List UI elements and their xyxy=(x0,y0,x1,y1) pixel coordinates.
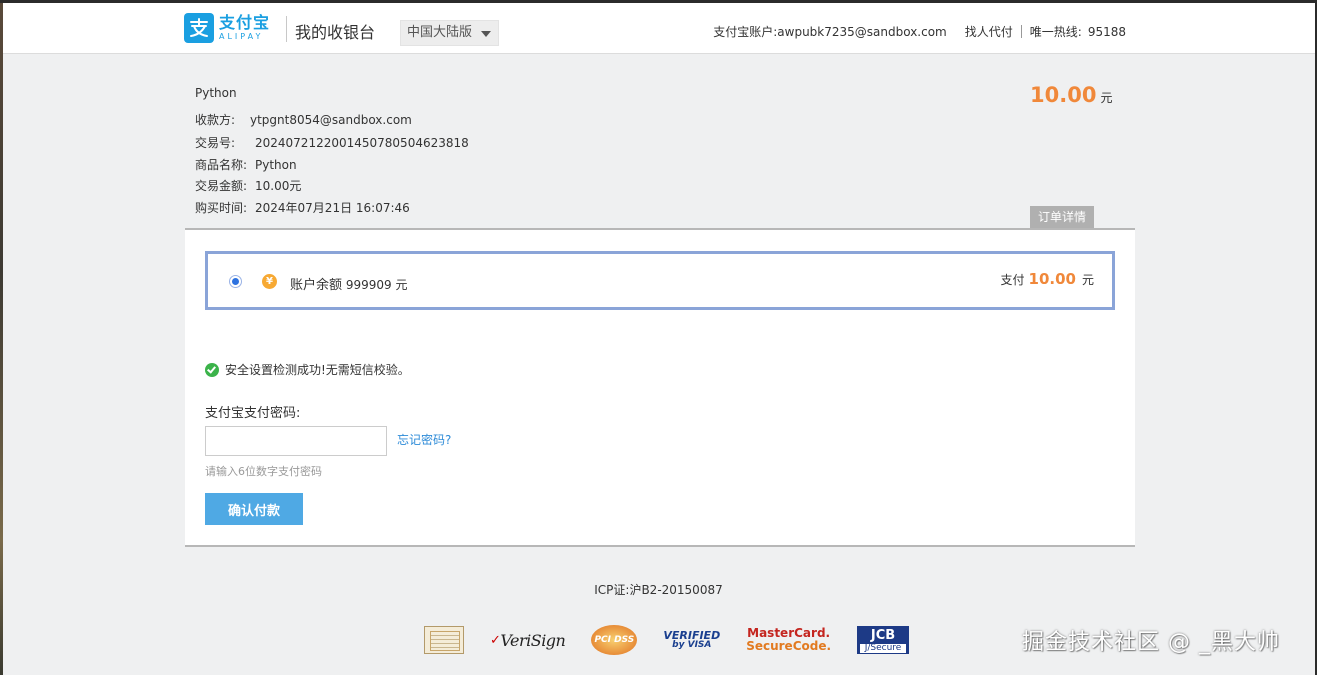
confirm-payment-button[interactable]: 确认付款 xyxy=(205,493,303,525)
chevron-down-icon xyxy=(481,31,491,37)
product-row: 商品名称: Python xyxy=(195,156,297,173)
balance-payment-option[interactable]: ¥ 账户余额 999909 元 支付 10.00 元 xyxy=(205,251,1115,310)
mastercard-securecode-badge[interactable]: MasterCard. SecureCode. xyxy=(746,627,831,652)
jcb-jsecure-badge[interactable]: JCB J/Secure xyxy=(857,626,910,654)
verified-by-visa-badge[interactable]: VERIFIED by VISA xyxy=(663,630,720,650)
payee-label: 收款方: xyxy=(195,113,236,127)
pay-amount-value: 10.00 xyxy=(1028,270,1076,288)
alipay-logo-icon xyxy=(184,13,214,43)
header-account-info: 支付宝账户: awpubk7235@sandbox.com 找人代付 唯一热线:… xyxy=(713,23,1126,40)
balance-unit: 元 xyxy=(395,278,408,292)
trade-no-value: 2024072122001450780504623818 xyxy=(255,136,469,150)
password-label: 支付宝支付密码: xyxy=(205,406,301,421)
mastercard-line-2: SecureCode. xyxy=(746,639,832,653)
header-separator xyxy=(1020,25,1022,38)
payee-value: ytpgnt8054@sandbox.com xyxy=(250,113,412,127)
window-left-edge xyxy=(0,3,3,675)
jcb-line-2: J/Secure xyxy=(860,644,907,653)
trade-amount-label: 交易金额: xyxy=(195,179,248,193)
hotline-number: 95188 xyxy=(1087,24,1126,39)
trade-no-row: 交易号: 2024072122001450780504623818 xyxy=(195,134,469,151)
payment-panel: ¥ 账户余额 999909 元 支付 10.00 元 安全设置检测成功!无需短信校验… xyxy=(185,228,1135,547)
trade-amount-row: 交易金额: 10.00元 xyxy=(195,177,301,194)
success-check-icon xyxy=(205,362,219,377)
visa-line-2: by VISA xyxy=(672,640,712,650)
security-check: 安全设置检测成功!无需短信校验。 xyxy=(205,361,410,378)
purchase-time-row: 购买时间: 2024年07月21日 16:07:46 xyxy=(195,199,410,216)
payee-row: 收款方: ytpgnt8054@sandbox.com xyxy=(195,111,412,128)
payment-radio[interactable] xyxy=(229,275,242,288)
pay-amount: 支付 10.00 元 xyxy=(1001,270,1094,288)
order-amount: 10.00 元 xyxy=(1030,83,1112,107)
logo-en-text: ALIPAY xyxy=(219,32,264,41)
product-value: Python xyxy=(255,158,297,172)
region-select[interactable]: 中国大陆版 xyxy=(400,20,499,46)
pay-label: 支付 xyxy=(1000,273,1025,287)
verisign-badge[interactable]: ✓ VeriSign xyxy=(490,630,566,650)
order-amount-unit: 元 xyxy=(1100,91,1113,105)
security-badges: ✓ VeriSign PCI DSS VERIFIED by VISA Maste… xyxy=(424,624,935,656)
purchase-time-label: 购买时间: xyxy=(195,201,248,215)
alipay-logo-text: 支付宝 ALIPAY xyxy=(219,15,270,41)
header-divider xyxy=(286,16,287,42)
yuan-coin-icon: ¥ xyxy=(262,274,277,289)
find-payer-link[interactable]: 找人代付 xyxy=(965,23,1013,40)
product-label: 商品名称: xyxy=(195,158,248,172)
password-hint: 请输入6位数字支付密码 xyxy=(205,465,322,478)
watermark: 掘金技术社区 @ _黑大帅 xyxy=(1022,630,1280,655)
icp-license: ICP证:沪B2-20150087 xyxy=(594,583,723,597)
security-message: 安全设置检测成功!无需短信校验。 xyxy=(225,363,410,377)
order-name: Python xyxy=(195,86,237,100)
account-value: awpubk7235@sandbox.com xyxy=(777,24,947,39)
verisign-label: VeriSign xyxy=(500,630,566,650)
purchase-time-value: 2024年07月21日 16:07:46 xyxy=(255,201,410,215)
alipay-logo[interactable]: 支付宝 ALIPAY xyxy=(184,13,270,43)
header: 支付宝 ALIPAY 我的收银台 中国大陆版 支付宝账户: awpubk7235… xyxy=(3,3,1315,54)
pay-amount-unit: 元 xyxy=(1081,273,1094,287)
order-detail-tab[interactable]: 订单详情 xyxy=(1030,206,1094,228)
verisign-check-icon: ✓ xyxy=(490,632,501,648)
account-label: 支付宝账户: xyxy=(713,25,778,39)
jcb-line-1: JCB xyxy=(870,628,896,643)
region-label: 中国大陆版 xyxy=(407,25,473,40)
order-amount-value: 10.00 xyxy=(1030,83,1097,107)
trade-no-label: 交易号: xyxy=(195,136,236,150)
hotline-label: 唯一热线: xyxy=(1029,25,1082,39)
password-input[interactable] xyxy=(205,426,387,456)
forgot-password-link[interactable]: 忘记密码? xyxy=(397,431,451,448)
certificate-badge-icon[interactable] xyxy=(424,626,464,654)
balance-label: 账户余额 xyxy=(290,278,343,293)
balance-value: 999909 xyxy=(345,278,392,292)
pci-dss-badge[interactable]: PCI DSS xyxy=(591,625,638,655)
cashier-title: 我的收银台 xyxy=(295,23,376,42)
trade-amount-value: 10.00元 xyxy=(255,179,302,193)
logo-cn-text: 支付宝 xyxy=(219,13,271,32)
balance-info: 账户余额 999909 元 xyxy=(290,274,408,293)
